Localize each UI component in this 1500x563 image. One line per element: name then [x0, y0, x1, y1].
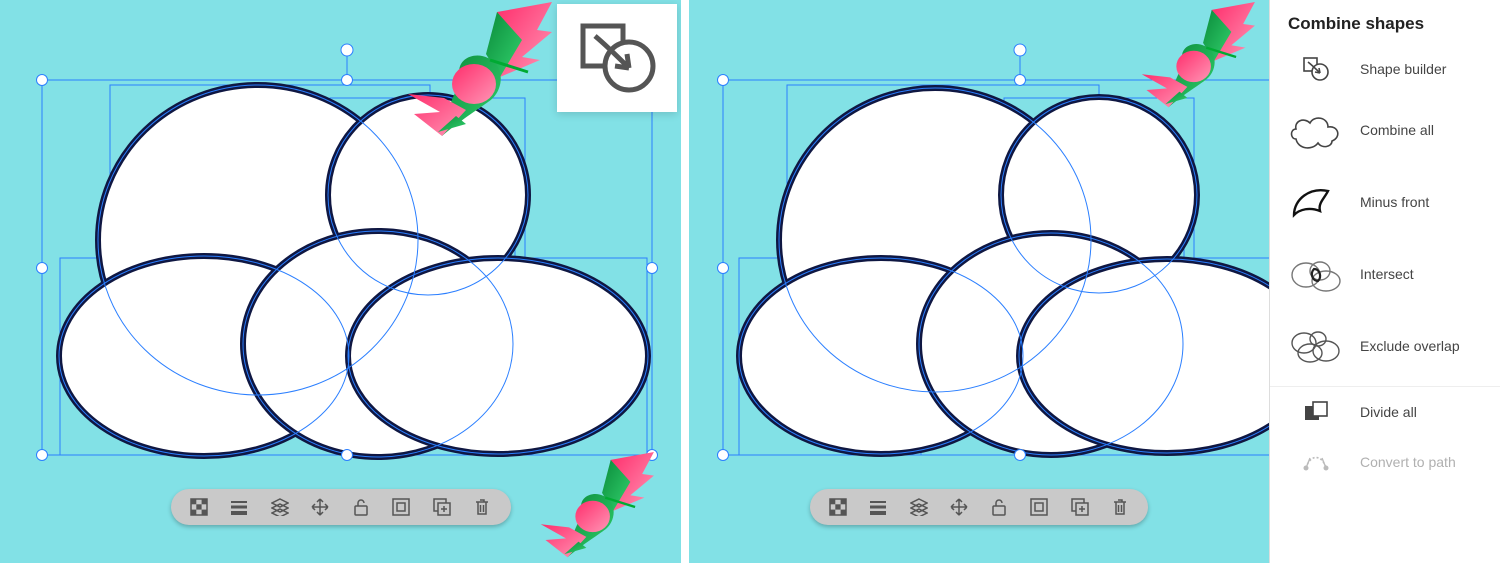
duplicate-icon[interactable]	[1070, 497, 1090, 517]
selection-handle[interactable]	[717, 262, 729, 274]
panel-item-convert-to-path: Convert to path	[1270, 437, 1500, 487]
unlock-icon[interactable]	[989, 497, 1009, 517]
panel-item-combine-all[interactable]: Combine all	[1270, 94, 1500, 166]
transparency-icon[interactable]	[189, 497, 209, 517]
group-icon[interactable]	[391, 497, 411, 517]
contextual-toolbar	[171, 489, 511, 525]
convert-to-path-icon	[1288, 452, 1344, 472]
selection-handle[interactable]	[341, 74, 353, 86]
delete-icon[interactable]	[1110, 497, 1130, 517]
intersect-icon	[1288, 253, 1344, 295]
arrange-icon[interactable]	[909, 497, 929, 517]
canvas-right[interactable]	[689, 0, 1269, 563]
combine-all-icon	[1288, 109, 1344, 151]
unlock-icon[interactable]	[351, 497, 371, 517]
panel-item-label: Convert to path	[1360, 454, 1456, 470]
stroke-weight-icon[interactable]	[868, 497, 888, 517]
panel-item-intersect[interactable]: Intersect	[1270, 238, 1500, 310]
panel-item-exclude-overlap[interactable]: Exclude overlap	[1270, 310, 1500, 382]
delete-icon[interactable]	[472, 497, 492, 517]
panel-item-label: Shape builder	[1360, 61, 1446, 77]
transparency-icon[interactable]	[828, 497, 848, 517]
shape-builder-icon	[1288, 57, 1344, 81]
hummingbird-graphic	[1121, 2, 1269, 117]
panel-item-label: Exclude overlap	[1360, 338, 1460, 354]
panel-item-label: Combine all	[1360, 122, 1434, 138]
selection-handle[interactable]	[717, 449, 729, 461]
selection-handle[interactable]	[1014, 449, 1026, 461]
panel-item-shape-builder[interactable]: Shape builder	[1270, 44, 1500, 94]
panel-item-label: Minus front	[1360, 194, 1429, 210]
selection-handle[interactable]	[646, 262, 658, 274]
panel-item-label: Intersect	[1360, 266, 1414, 282]
panel-item-label: Divide all	[1360, 404, 1417, 420]
arrange-icon[interactable]	[270, 497, 290, 517]
panel-item-divide-all[interactable]: Divide all	[1270, 387, 1500, 437]
move-icon[interactable]	[949, 497, 969, 517]
divide-all-icon	[1288, 401, 1344, 423]
stroke-weight-icon[interactable]	[229, 497, 249, 517]
duplicate-icon[interactable]	[432, 497, 452, 517]
shape-builder-icon	[577, 22, 657, 94]
panel-title: Combine shapes	[1270, 14, 1500, 44]
selection-handle[interactable]	[36, 74, 48, 86]
minus-front-icon	[1288, 181, 1344, 223]
panel-item-minus-front[interactable]: Minus front	[1270, 166, 1500, 238]
selection-handle[interactable]	[717, 74, 729, 86]
selection-handle[interactable]	[36, 449, 48, 461]
canvas-left[interactable]	[0, 0, 681, 563]
move-icon[interactable]	[310, 497, 330, 517]
shape-builder-icon-card	[557, 4, 677, 112]
contextual-toolbar	[810, 489, 1148, 525]
combine-shapes-panel: Combine shapes Shape builder Combine all…	[1269, 0, 1500, 563]
group-icon[interactable]	[1029, 497, 1049, 517]
exclude-overlap-icon	[1288, 325, 1344, 367]
selection-handle[interactable]	[36, 262, 48, 274]
hummingbird-graphic	[520, 452, 670, 563]
hummingbird-graphic	[402, 2, 552, 147]
selection-handle[interactable]	[341, 449, 353, 461]
selection-handle[interactable]	[1014, 74, 1026, 86]
